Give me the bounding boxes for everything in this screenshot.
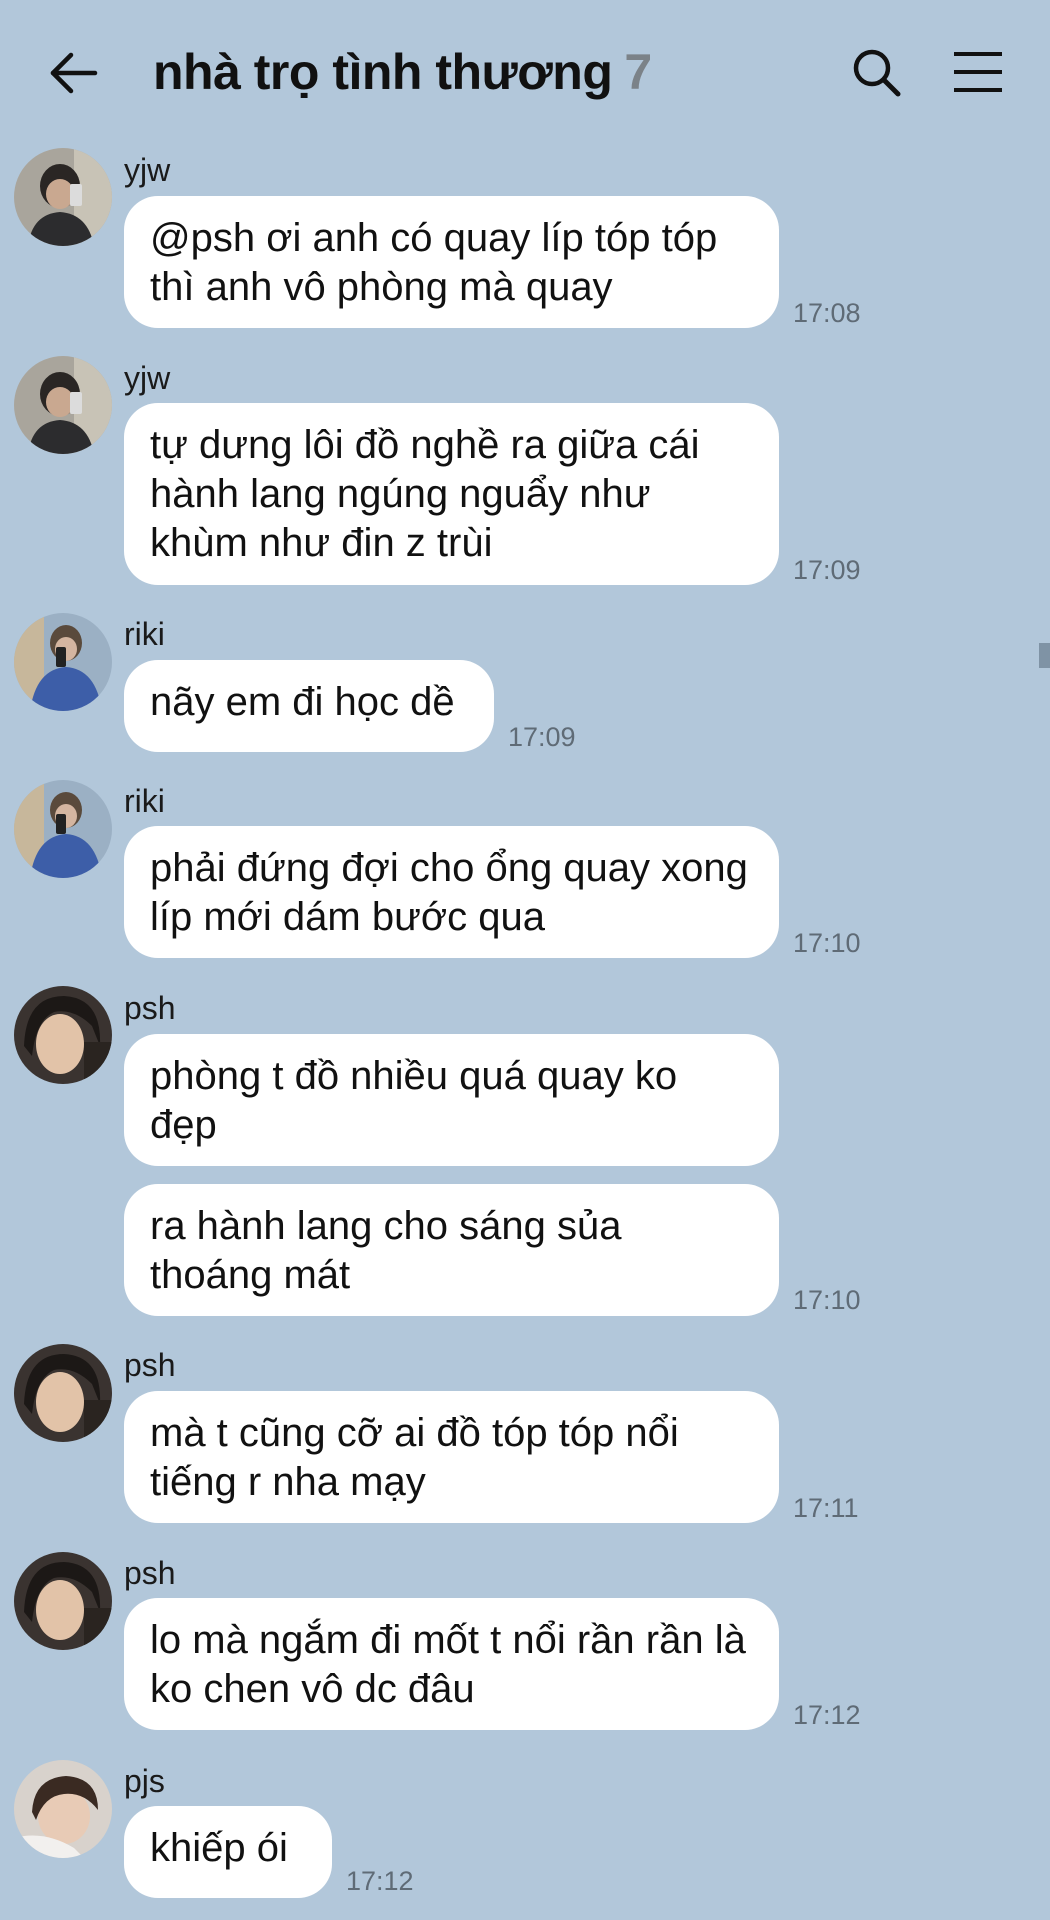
- arrow-left-icon: [50, 52, 98, 94]
- message-text: lo mà ngắm đi mốt t nổi rần rần là ko ch…: [150, 1618, 746, 1711]
- sender-name: psh: [124, 990, 176, 1026]
- search-button[interactable]: [850, 46, 902, 98]
- message-bubble[interactable]: tự dưng lôi đồ nghề ra giữa cái hành lan…: [124, 403, 779, 585]
- message-time: 17:08: [793, 298, 861, 328]
- message-bubble[interactable]: @psh ơi anh có quay líp tóp tóp thì anh …: [124, 196, 779, 328]
- message-text: tự dưng lôi đồ nghề ra giữa cái hành lan…: [150, 423, 700, 565]
- message-time: 17:12: [793, 1700, 861, 1730]
- avatar-psh[interactable]: [14, 1552, 112, 1650]
- sender-name: pjs: [124, 1763, 165, 1799]
- avatar-psh[interactable]: [14, 1344, 112, 1442]
- sender-name: yjw: [124, 152, 171, 188]
- sender-name: psh: [124, 1555, 176, 1591]
- chat-title: nhà trọ tình thương 7: [153, 40, 652, 104]
- message-bubble[interactable]: mà t cũng cỡ ai đồ tóp tóp nổi tiếng r n…: [124, 1391, 779, 1523]
- message-text: mà t cũng cỡ ai đồ tóp tóp nổi tiếng r n…: [150, 1411, 679, 1504]
- message-time: 17:12: [346, 1866, 414, 1896]
- message-bubble[interactable]: ra hành lang cho sáng sủa thoáng mát: [124, 1184, 779, 1316]
- message-bubble[interactable]: lo mà ngắm đi mốt t nổi rần rần là ko ch…: [124, 1598, 779, 1730]
- avatar-riki[interactable]: [14, 613, 112, 711]
- message-bubble[interactable]: phải đứng đợi cho ổng quay xong líp mới …: [124, 826, 779, 958]
- hamburger-menu-icon: [954, 52, 1002, 92]
- member-count: 7: [624, 44, 652, 100]
- message-text: @psh ơi anh có quay líp tóp tóp thì anh …: [150, 216, 718, 309]
- message-bubble[interactable]: phòng t đồ nhiều quá quay ko đẹp: [124, 1034, 779, 1166]
- message-time: 17:09: [508, 722, 576, 752]
- message-bubble[interactable]: nãy em đi học dề: [124, 660, 494, 752]
- message-text: nãy em đi học dề: [150, 680, 455, 724]
- avatar-yjw[interactable]: [14, 356, 112, 454]
- sender-name: yjw: [124, 360, 171, 396]
- chat-title-text: nhà trọ tình thương: [153, 44, 613, 100]
- message-text: khiếp ói: [150, 1826, 288, 1870]
- message-bubble[interactable]: khiếp ói: [124, 1806, 332, 1898]
- avatar-pjs[interactable]: [14, 1760, 112, 1858]
- chat-header: nhà trọ tình thương 7: [0, 0, 1050, 140]
- message-text: phòng t đồ nhiều quá quay ko đẹp: [150, 1054, 678, 1147]
- back-button[interactable]: [45, 45, 101, 101]
- menu-button[interactable]: [952, 50, 1004, 94]
- message-time: 17:10: [793, 1285, 861, 1315]
- message-time: 17:09: [793, 555, 861, 585]
- sender-name: riki: [124, 783, 165, 819]
- message-time: 17:10: [793, 928, 861, 958]
- message-text: ra hành lang cho sáng sủa thoáng mát: [150, 1204, 622, 1297]
- search-icon: [853, 49, 901, 97]
- sender-name: riki: [124, 616, 165, 652]
- scrollbar-thumb[interactable]: [1039, 643, 1050, 668]
- sender-name: psh: [124, 1347, 176, 1383]
- message-time: 17:11: [793, 1493, 859, 1523]
- avatar-psh[interactable]: [14, 986, 112, 1084]
- avatar-yjw[interactable]: [14, 148, 112, 246]
- message-text: phải đứng đợi cho ổng quay xong líp mới …: [150, 846, 748, 939]
- avatar-riki[interactable]: [14, 780, 112, 878]
